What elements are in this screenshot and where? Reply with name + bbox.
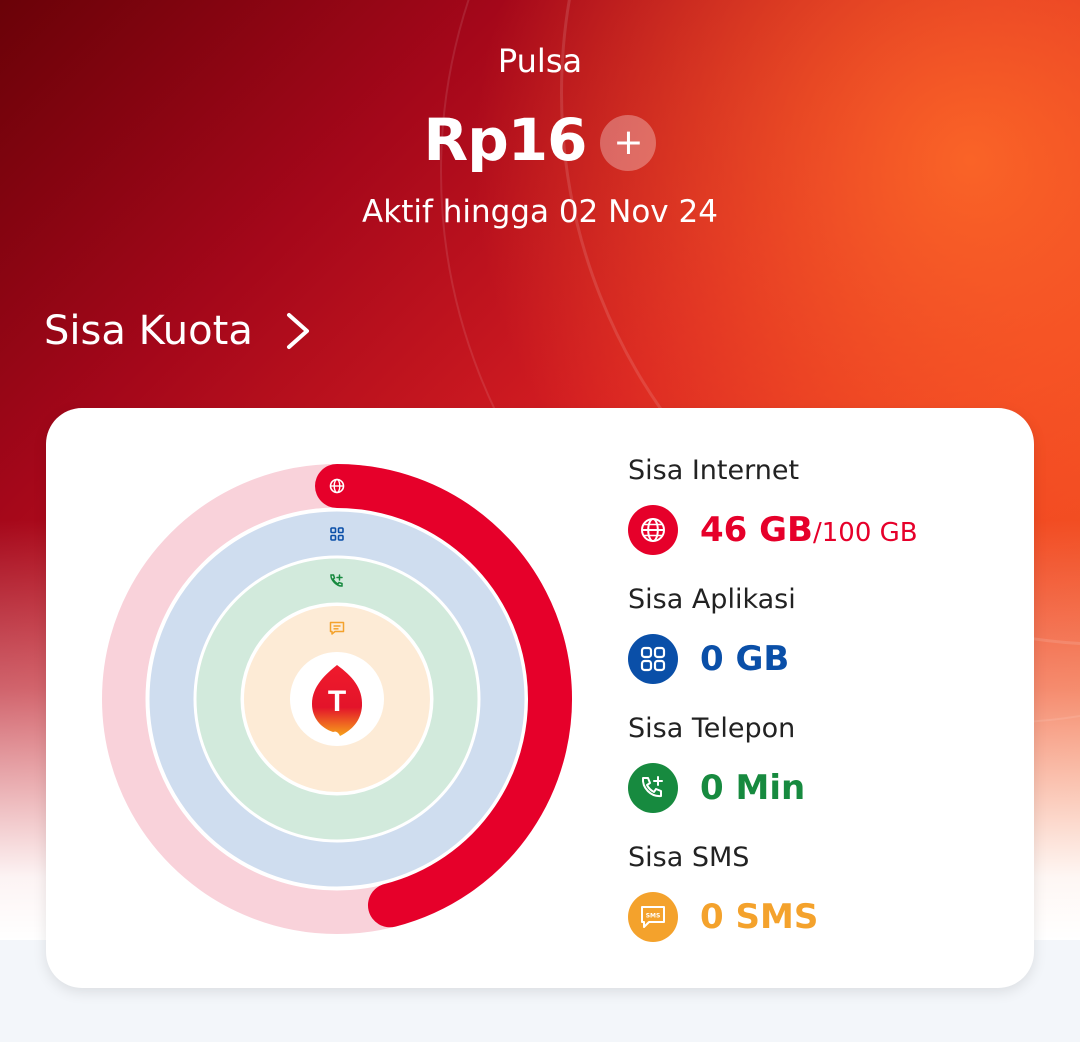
quota-stats: Sisa Internet 46 GB/100 GB Sisa Aplikasi (628, 452, 1008, 968)
active-until-text: Aktif hingga 02 Nov 24 (362, 194, 718, 230)
stat-telepon[interactable]: Sisa Telepon 0 Min (628, 710, 1008, 839)
logo-letter: T (328, 685, 346, 718)
chevron-right-icon (286, 313, 309, 349)
apps-grid-icon (628, 634, 678, 684)
quota-rings-chart: T (102, 464, 572, 934)
stat-telepon-value: 0 Min (700, 768, 806, 808)
stat-sms-value: 0 SMS (700, 897, 819, 937)
stat-aplikasi[interactable]: Sisa Aplikasi 0 GB (628, 581, 1008, 710)
stat-telepon-label: Sisa Telepon (628, 713, 796, 744)
phone-plus-icon (628, 763, 678, 813)
plus-icon: + (613, 122, 644, 163)
quota-card: T Sisa Internet 46 GB/100 GB Sisa Aplika… (46, 408, 1034, 988)
balance-amount: Rp16 (423, 106, 588, 174)
sms-bubble-icon: SMS (628, 892, 678, 942)
sisa-kuota-title: Sisa Kuota (44, 308, 253, 354)
stat-aplikasi-label: Sisa Aplikasi (628, 584, 796, 615)
stat-sms[interactable]: Sisa SMS SMS 0 SMS (628, 839, 1008, 968)
stat-internet[interactable]: Sisa Internet 46 GB/100 GB (628, 452, 1008, 581)
stat-internet-value: 46 GB (700, 510, 813, 550)
topup-button[interactable]: + (600, 115, 657, 171)
stat-internet-total: /100 GB (812, 518, 918, 548)
stat-sms-label: Sisa SMS (628, 842, 750, 873)
stat-aplikasi-value: 0 GB (700, 639, 790, 679)
sisa-kuota-link[interactable]: Sisa Kuota (44, 308, 313, 354)
svg-text:SMS: SMS (646, 913, 661, 920)
pulsa-label: Pulsa (497, 42, 583, 80)
globe-icon (628, 505, 678, 555)
balance-row: Rp16 + (0, 106, 1080, 174)
stat-internet-label: Sisa Internet (628, 455, 800, 486)
